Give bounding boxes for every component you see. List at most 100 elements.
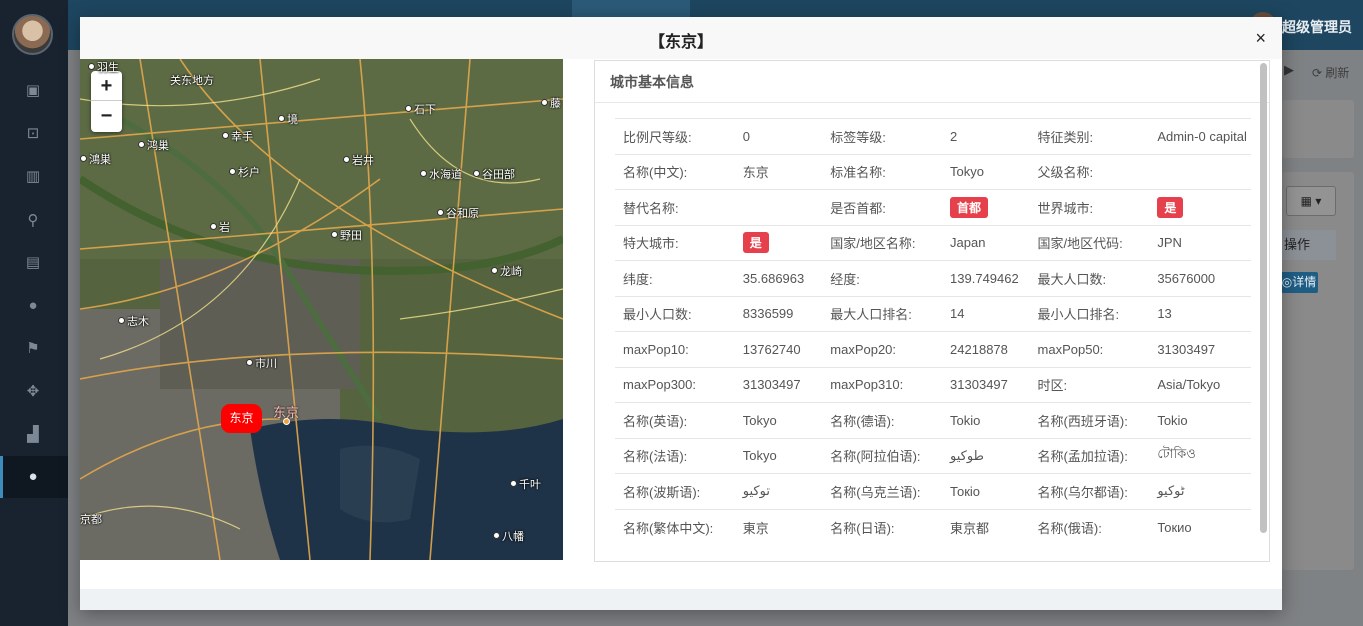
modal-header: 【东京】 ×	[80, 17, 1282, 59]
header-tab[interactable]	[572, 0, 690, 18]
detail-button[interactable]: ◎详情	[1280, 272, 1318, 293]
admin-name[interactable]: 超级管理员	[1282, 17, 1352, 37]
table-row: 最小人口数: 8336599 最大人口排名: 14 最小人口排名: 13	[615, 295, 1251, 332]
map-place-label: 谷和原	[437, 205, 479, 221]
field-label: 最小人口数:	[615, 295, 735, 332]
city-info-table: 比例尺等级: 0 标签等级: 2 特征类别: Admin-0 capital 名称(中文):…	[615, 118, 1251, 545]
avatar[interactable]	[12, 14, 53, 55]
close-button[interactable]: ×	[1255, 28, 1266, 48]
field-label: 标准名称:	[822, 153, 943, 190]
status-badge: 是	[742, 232, 769, 254]
dashboard-icon[interactable]: ▣	[22, 80, 44, 102]
field-value: 8336599	[734, 295, 823, 332]
map-place-label: 杉户	[229, 164, 260, 180]
field-value: 31303497	[734, 366, 823, 403]
field-label: 名称(阿拉伯语):	[822, 437, 943, 474]
globe-active-icon[interactable]: ●	[22, 466, 44, 488]
scrollbar[interactable]	[1260, 63, 1267, 533]
field-label: 世界城市:	[1029, 189, 1150, 225]
field-value: 31303497	[1149, 331, 1251, 367]
field-value: 35.686963	[734, 260, 823, 296]
city-marker[interactable]: 东京	[221, 404, 262, 433]
map-place-label: 谷田部	[473, 166, 515, 182]
table-row: 名称(法语): Tokyo 名称(阿拉伯语): طوكيو 名称(孟加拉语): টোকিও	[615, 437, 1251, 474]
status-badge: 首都	[950, 196, 989, 218]
field-label: maxPop10:	[615, 331, 735, 367]
table-row: 纬度: 35.686963 经度: 139.749462 最大人口数: 35676000	[615, 260, 1251, 296]
field-label: 名称(英语):	[615, 402, 735, 438]
table-row: 替代名称: 是否首都: 首都 世界城市: 是	[615, 189, 1251, 225]
city-info-panel: 城市基本信息 比例尺等级: 0 标签等级: 2 特征类别: Admin-0 capital…	[594, 60, 1270, 562]
field-value	[734, 189, 823, 225]
map-tiles[interactable]	[80, 59, 563, 560]
area-chart-icon[interactable]: ▟	[22, 424, 44, 446]
map-place-label: 鴻巣	[80, 151, 111, 167]
field-value: ٹوکیو	[1149, 473, 1251, 509]
zoom-out-button[interactable]: −	[91, 101, 122, 131]
map-place-label: 关东地方	[170, 75, 214, 87]
field-label: 最大人口排名:	[822, 295, 943, 332]
field-label: 最小人口排名:	[1029, 295, 1150, 332]
field-label: 是否首都:	[822, 189, 943, 225]
field-label: 名称(繁体中文):	[615, 508, 735, 545]
field-value: 是	[734, 224, 823, 261]
city-dot[interactable]	[283, 418, 290, 425]
field-value: JPN	[1149, 224, 1251, 261]
grid-view-button[interactable]: ▦ ▾	[1286, 186, 1336, 216]
field-label: maxPop50:	[1029, 331, 1150, 367]
table-row: 比例尺等级: 0 标签等级: 2 特征类别: Admin-0 capital	[615, 118, 1251, 154]
field-value: 35676000	[1149, 260, 1251, 296]
map-place-label: 水海道	[420, 166, 462, 182]
field-value: 東京	[734, 508, 823, 545]
field-value: 东京	[734, 153, 823, 190]
field-label: 名称(日语):	[822, 508, 943, 545]
globe-icon[interactable]: ●	[22, 295, 44, 317]
field-value: 31303497	[942, 366, 1030, 403]
field-label: 名称(乌克兰语):	[822, 473, 943, 509]
field-value: 13	[1149, 295, 1251, 332]
field-label: 经度:	[822, 260, 943, 296]
flag-icon[interactable]: ⚑	[22, 338, 44, 360]
sidebar: ▣ ⊡ ▥ ⚲ ▤ ● ⚑ ✥ ▟ ●	[0, 0, 68, 626]
pin-icon[interactable]: ⚲	[22, 210, 44, 232]
map-place-label: 八幡	[493, 528, 524, 544]
field-value: 139.749462	[942, 260, 1030, 296]
table-row: 名称(英语): Tokyo 名称(德语): Tokio 名称(西班牙语): Tokio	[615, 402, 1251, 438]
map-place-label: 京都	[80, 514, 102, 526]
field-label: 名称(法语):	[615, 437, 735, 474]
map-view[interactable]: + − 羽生 关东地方 鸿巢 幸手 境 石下 鴻巣 岩井 水海道 谷田部 杉户 …	[80, 59, 563, 560]
field-value: টোকিও	[1149, 437, 1251, 474]
bar-chart-icon[interactable]: ▤	[22, 252, 44, 274]
field-value: طوكيو	[942, 437, 1030, 474]
field-value: Tokio	[1149, 402, 1251, 438]
field-label: 标签等级:	[822, 118, 943, 154]
map-place-label: 岩井	[343, 152, 374, 168]
city-modal: 【东京】 × + − 羽生 关东地方 鸿巢 幸手 境 石下 鴻巣 岩井 水海道 …	[80, 17, 1282, 610]
field-value: Asia/Tokyo	[1149, 366, 1251, 403]
move-icon[interactable]: ✥	[22, 381, 44, 403]
field-value: Admin-0 capital	[1149, 118, 1251, 154]
refresh-button[interactable]: ⟳ 刷新	[1312, 64, 1349, 81]
field-label: 名称(中文):	[615, 153, 735, 190]
network-icon[interactable]: ⊡	[22, 123, 44, 145]
field-value	[1149, 153, 1251, 190]
field-value: Токио	[1149, 508, 1251, 545]
map-icon[interactable]: ▥	[22, 166, 44, 188]
map-place-label: 石下	[405, 101, 436, 117]
field-value: Tokio	[942, 402, 1030, 438]
field-value: 2	[942, 118, 1030, 154]
map-place-label: 龙崎	[491, 263, 522, 279]
zoom-control: + −	[91, 71, 122, 132]
map-place-label: 志木	[118, 313, 149, 329]
field-value: 是	[1149, 189, 1251, 225]
field-label: 纬度:	[615, 260, 735, 296]
field-value: 24218878	[942, 331, 1030, 367]
field-label: 国家/地区代码:	[1029, 224, 1150, 261]
forward-icon[interactable]: ▶	[1284, 62, 1294, 78]
table-row: maxPop300: 31303497 maxPop310: 31303497 时区: A…	[615, 366, 1251, 403]
field-label: 替代名称:	[615, 189, 735, 225]
field-label: 名称(乌尔都语):	[1029, 473, 1150, 509]
field-value: Tokyo	[734, 402, 823, 438]
field-label: 名称(孟加拉语):	[1029, 437, 1150, 474]
zoom-in-button[interactable]: +	[91, 71, 122, 101]
